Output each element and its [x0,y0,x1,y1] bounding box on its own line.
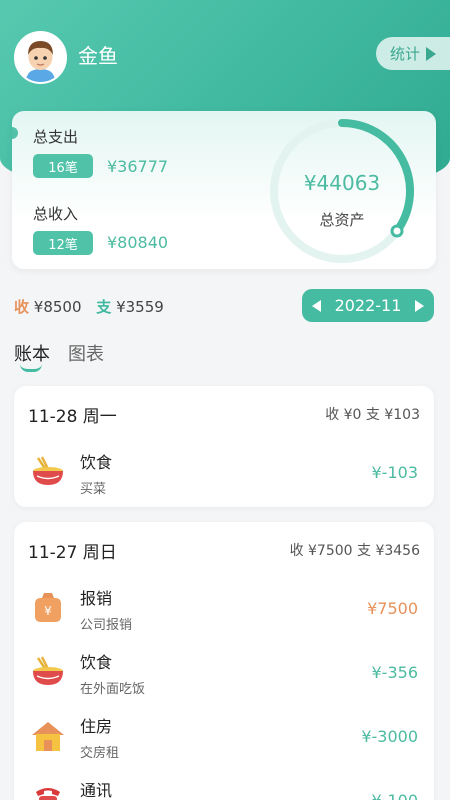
noodle-bowl-icon [30,654,66,690]
avatar-icon [16,33,65,82]
play-icon [426,46,437,61]
total-assets-label: 总资产 [319,211,365,229]
day-header: 11-28 周一 收 ¥0 支 ¥103 [14,386,434,442]
entry-category: 饮食 [80,453,113,472]
money-bag-icon: ¥ [30,590,66,626]
month-expense-value: ¥3559 [116,298,164,316]
stats-label: 统计 [390,45,421,63]
svg-text:¥: ¥ [44,604,52,618]
income-count-badge: 12笔 [33,231,93,255]
expense-count-badge: 16笔 [33,154,93,178]
day-summary: 收 ¥7500 支 ¥3456 [289,543,420,559]
stats-button[interactable]: 统计 [376,37,450,70]
noodle-bowl-icon [30,454,66,490]
month-expense-tag: 支 [96,298,112,316]
entry-amount: ¥-3000 [361,727,418,746]
total-expense-label: 总支出 [33,128,79,146]
tab-charts[interactable]: 图表 [68,340,104,366]
entry-category: 报销 [80,589,113,608]
entry-note: 交房租 [80,746,120,761]
day-date: 11-27 周日 [28,542,117,563]
house-icon [30,718,66,754]
prev-month-icon[interactable] [312,299,321,312]
entry-amount: ¥-356 [371,663,419,682]
month-summary: 收 ¥8500 支 ¥3559 [14,296,164,317]
telephone-icon [30,782,66,800]
username: 金鱼 [78,44,118,68]
entry-note: 在外面吃饭 [80,682,146,697]
tab-ledger[interactable]: 账本 [14,340,50,366]
day-summary: 收 ¥0 支 ¥103 [325,407,420,423]
list-item[interactable]: ¥ 报销 公司报销 ¥7500 [14,578,434,642]
day-card: 11-28 周一 收 ¥0 支 ¥103 饮食 买菜 ¥-103 [14,386,434,507]
asset-ring: ¥44063 总资产 [266,115,418,267]
entry-note: 公司报销 [80,618,133,633]
next-month-icon[interactable] [414,299,424,312]
income-amount: ¥80840 [107,233,169,252]
entry-amount: ¥7500 [367,599,418,618]
list-item[interactable]: 饮食 在外面吃饭 ¥-356 [14,642,434,706]
decorative-dot [12,127,18,139]
month-picker[interactable]: 2022-11 [302,289,434,322]
entry-amount: ¥-100 [372,791,419,800]
entry-note: 买菜 [80,482,107,497]
total-income-label: 总收入 [33,205,79,223]
month-income-value: ¥8500 [33,298,82,316]
current-month: 2022-11 [334,296,402,315]
day-date: 11-28 周一 [28,406,117,427]
list-item[interactable]: 住房 交房租 ¥-3000 [14,706,434,770]
total-assets-value: ¥44063 [303,171,381,195]
list-item[interactable]: 饮食 买菜 ¥-103 [14,442,434,506]
list-item[interactable]: 通讯 ¥-100 [14,770,434,800]
month-income-tag: 收 [14,298,30,316]
day-card: 11-27 周日 收 ¥7500 支 ¥3456 ¥ 报销 公司报销 ¥7500… [14,522,434,800]
entry-category: 住房 [80,717,113,736]
tab-active-indicator [20,364,42,372]
entry-category: 通讯 [80,781,113,800]
entry-amount: ¥-103 [371,463,419,482]
expense-amount: ¥36777 [107,157,169,176]
avatar[interactable] [14,31,67,84]
entry-category: 饮食 [80,653,113,672]
summary-card: 总支出 16笔 ¥36777 总收入 12笔 ¥80840 ¥44063 总资产 [12,111,436,269]
day-header: 11-27 周日 收 ¥7500 支 ¥3456 [14,522,434,578]
